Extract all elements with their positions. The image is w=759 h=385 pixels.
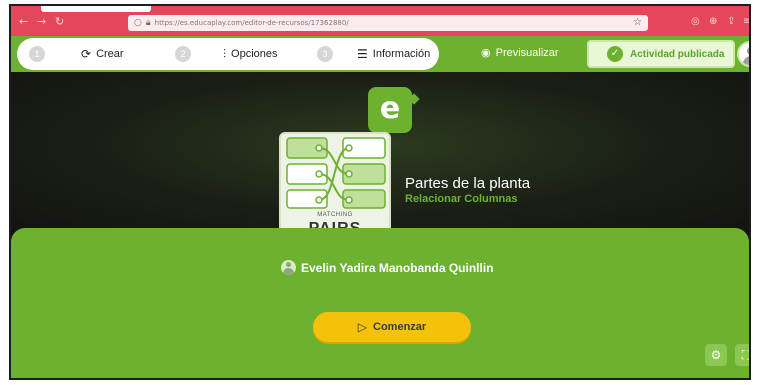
url-text: https://es.educaplay.com/editor-de-recur… (154, 19, 349, 27)
steps-bar: 1 ⟳ Crear 2 ⫶ Opciones 3 ☰ Información (17, 38, 439, 70)
share-icon[interactable]: ⇪ (727, 16, 735, 27)
activity-type: Relacionar Columnas (405, 193, 518, 205)
author-avatar-body (283, 268, 294, 275)
extension-icon[interactable]: ⊕ (709, 16, 717, 27)
sliders-icon: ⫶ (223, 47, 227, 61)
arrow-left-icon[interactable]: ← (19, 16, 28, 27)
editor-header: 1 ⟳ Crear 2 ⫶ Opciones 3 ☰ Información ◉… (11, 36, 749, 72)
tab-crear-label: Crear (96, 48, 124, 60)
preview-button[interactable]: ◉ Previsualizar (481, 46, 559, 59)
reload-icon[interactable]: ↻ (55, 16, 64, 27)
tab-crear[interactable]: ⟳ Crear (81, 46, 124, 62)
matching-pairs-svg (286, 137, 386, 209)
published-label: Actividad publicada (630, 48, 725, 60)
author-name: Evelin Yadira Manobanda Quinllin (301, 260, 494, 275)
published-status-button[interactable]: ✓ Actividad publicada (587, 40, 735, 68)
start-button-label: Comenzar (373, 321, 427, 333)
start-panel: Evelin Yadira Manobanda Quinllin ▷ Comen… (11, 228, 749, 380)
author-avatar-head (286, 262, 291, 267)
tab-informacion-label: Información (372, 48, 431, 60)
step-number-3: 3 (317, 46, 333, 62)
tab-opciones-label: Opciones (231, 48, 278, 60)
browser-toolbar: ← → ↻ ○ 🔒︎ https://es.educaplay.com/edit… (11, 6, 749, 36)
play-icon: ▷ (357, 320, 368, 334)
step-number-2: 2 (175, 46, 191, 62)
list-icon: ☰ (357, 47, 368, 61)
eye-icon: ◉ (481, 46, 491, 59)
arrow-right-icon[interactable]: → (37, 16, 46, 27)
avatar-head (747, 47, 749, 55)
star-icon[interactable]: ☆ (633, 17, 642, 28)
puzzle-icon: ⟳ (81, 47, 92, 61)
active-tab[interactable] (41, 6, 151, 12)
author-line: Evelin Yadira Manobanda Quinllin (281, 260, 494, 275)
start-button[interactable]: ▷ Comenzar (313, 312, 471, 342)
card-caption: MATCHING (317, 212, 353, 218)
author-avatar-icon (281, 260, 296, 275)
scroll-handle (429, 378, 459, 380)
lock-icon: 🔒︎ (145, 18, 151, 28)
preview-label: Previsualizar (495, 46, 559, 59)
step-number-1: 1 (29, 46, 45, 62)
menu-icon[interactable]: ≡ (743, 16, 749, 27)
settings-gear-icon[interactable]: ⚙ (705, 344, 727, 366)
browser-window: ← → ↻ ○ 🔒︎ https://es.educaplay.com/edit… (9, 4, 751, 380)
tab-opciones[interactable]: ⫶ Opciones (223, 46, 278, 62)
educaplay-logo: e (368, 87, 412, 133)
fullscreen-icon[interactable]: ⛶ (735, 344, 749, 366)
user-avatar[interactable] (737, 41, 749, 67)
pocket-icon[interactable]: ◎ (691, 16, 700, 27)
check-icon: ✓ (607, 46, 623, 62)
avatar-body (743, 56, 749, 65)
activity-hero: e MATCHING PAIRS Partes de la planta Rel… (11, 72, 749, 234)
address-bar[interactable]: ○ 🔒︎ https://es.educaplay.com/editor-de-… (128, 15, 648, 31)
shield-icon: ○ (134, 18, 142, 28)
tab-informacion[interactable]: ☰ Información (357, 46, 430, 62)
activity-title: Partes de la planta (405, 175, 531, 192)
matching-pairs-illustration: MATCHING PAIRS (279, 132, 391, 234)
